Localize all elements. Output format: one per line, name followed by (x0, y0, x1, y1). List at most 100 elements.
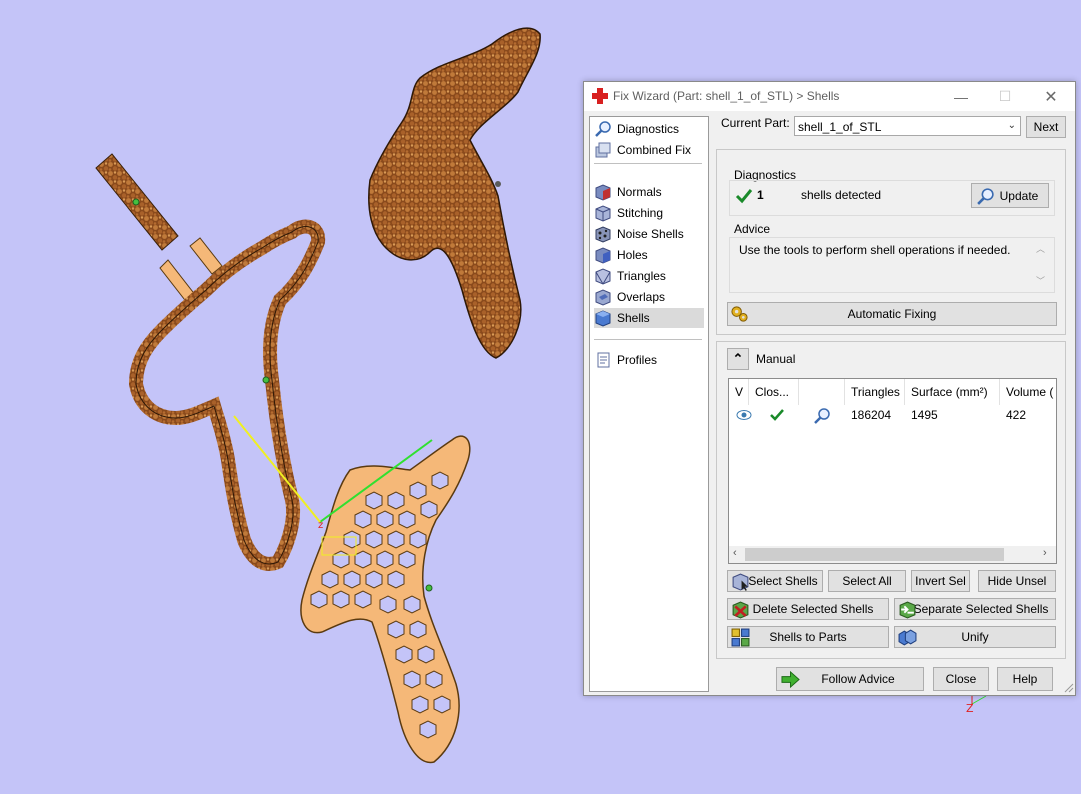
manual-heading: Manual (756, 352, 796, 366)
nav-item-shells[interactable]: Shells (594, 308, 704, 328)
automatic-fixing-button[interactable]: Automatic Fixing (727, 302, 1057, 326)
select-shells-icon (732, 573, 749, 591)
nav-item-diagnostics[interactable]: Diagnostics (594, 119, 704, 139)
checkmark-icon (770, 409, 784, 421)
separate-arrows-icon (899, 601, 916, 619)
automatic-fixing-label: Automatic Fixing (847, 307, 937, 321)
next-button[interactable]: Next (1026, 116, 1066, 138)
diagnostics-status: shells detected (801, 188, 882, 202)
column-header-surface[interactable]: Surface (mm²) (905, 379, 1000, 405)
nav-item-triangles[interactable]: Triangles (594, 266, 704, 286)
scroll-up-icon[interactable]: ︿ (1036, 242, 1045, 255)
shells-to-parts-button[interactable]: Shells to Parts (727, 626, 889, 648)
nav-item-holes[interactable]: Holes (594, 245, 704, 265)
unify-label: Unify (961, 630, 989, 644)
title-bar[interactable]: Fix Wizard (Part: shell_1_of_STL) > Shel… (584, 82, 1075, 111)
magnifier-icon[interactable] (813, 407, 831, 425)
window-title: Fix Wizard (Part: shell_1_of_STL) > Shel… (613, 89, 840, 103)
advice-heading: Advice (734, 222, 771, 236)
box-stack-icon (595, 142, 611, 158)
normals-cube-icon (595, 184, 611, 201)
close-window-button[interactable]: ✕ (1029, 82, 1073, 111)
nav-item-profiles[interactable]: Profiles (594, 350, 704, 370)
holes-cube-icon (595, 247, 611, 264)
magnifier-icon (977, 188, 994, 205)
collapse-chevron-icon[interactable]: ⌃ (727, 348, 749, 370)
minimize-button[interactable]: — (939, 82, 983, 111)
nav-item-overlaps[interactable]: Overlaps (594, 287, 704, 307)
arrow-right-icon (781, 670, 800, 689)
column-header-closed[interactable]: Clos... (749, 379, 799, 405)
magnifier-icon (595, 121, 611, 137)
current-part-label: Current Part: (721, 116, 790, 130)
bar-marker (132, 198, 140, 206)
column-header-volume[interactable]: Volume ( (1000, 379, 1056, 405)
document-icon (597, 352, 610, 368)
checkmark-icon (735, 189, 753, 204)
delete-selected-label: Delete Selected Shells (752, 602, 874, 616)
tab-right (189, 237, 223, 275)
honeycomb-marker (425, 584, 433, 592)
select-shells-button[interactable]: Select Shells (727, 570, 823, 592)
noise-shells-icon (595, 226, 611, 243)
current-part-dropdown[interactable]: shell_1_of_STL ⌄ (794, 116, 1021, 136)
update-button[interactable]: Update (971, 183, 1049, 208)
app-cross-icon (592, 88, 608, 104)
current-part-value: shell_1_of_STL (798, 120, 882, 134)
nav-label: Noise Shells (617, 227, 684, 241)
close-button[interactable]: Close (933, 667, 989, 691)
separate-selected-shells-button[interactable]: Separate Selected Shells (894, 598, 1056, 620)
nav-item-stitching[interactable]: Stitching (594, 203, 704, 223)
hide-unselected-button[interactable]: Hide Unsel (978, 570, 1056, 592)
advice-box: Use the tools to perform shell operation… (729, 237, 1055, 293)
nav-label: Triangles (617, 269, 666, 283)
cell-volume: 422 (1006, 408, 1027, 422)
nav-divider (594, 163, 702, 164)
shells-to-parts-icon (731, 628, 750, 647)
nav-label: Stitching (617, 206, 664, 220)
eye-icon[interactable] (736, 408, 752, 422)
overlaps-cube-icon (595, 289, 611, 306)
gears-icon (731, 306, 748, 322)
select-all-button[interactable]: Select All (828, 570, 906, 592)
nav-label: Holes (617, 248, 648, 262)
t-shell[interactable] (368, 27, 541, 359)
separate-selected-label: Separate Selected Shells (913, 602, 1049, 616)
help-button[interactable]: Help (997, 667, 1053, 691)
nav-label: Overlaps (617, 290, 666, 304)
unify-button[interactable]: Unify (894, 626, 1056, 648)
delete-cube-icon (732, 601, 749, 619)
update-label: Update (999, 188, 1039, 203)
frame-shell[interactable] (128, 219, 326, 571)
shells-table: V Clos... Triangles Surface (mm²) Volume… (728, 378, 1057, 564)
nav-item-combined-fix[interactable]: Combined Fix (594, 140, 704, 160)
invert-selection-button[interactable]: Invert Sel (911, 570, 970, 592)
triangles-cube-icon (595, 268, 611, 285)
scrollbar-thumb[interactable] (745, 548, 1004, 561)
nav-item-normals[interactable]: Normals (594, 182, 704, 202)
wizard-navigation: Diagnostics Combined Fix Normals Stitchi… (589, 116, 709, 692)
nav-label: Diagnostics (617, 122, 680, 136)
nav-label: Profiles (617, 353, 658, 367)
horizontal-scrollbar[interactable]: ‹ › (729, 546, 1056, 563)
maximize-button[interactable]: ☐ (983, 82, 1027, 111)
shells-to-parts-label: Shells to Parts (769, 630, 847, 644)
cell-surface: 1495 (911, 408, 938, 422)
origin-axis-label: Z (966, 702, 974, 715)
frame-marker (262, 376, 270, 384)
select-shells-label: Select Shells (748, 574, 818, 588)
scroll-left-icon[interactable]: ‹ (733, 547, 737, 559)
resize-grip-icon[interactable] (1064, 683, 1074, 693)
scroll-down-icon[interactable]: ﹀ (1036, 274, 1045, 287)
scroll-right-icon[interactable]: › (1043, 547, 1047, 559)
column-header-visible[interactable]: V (729, 379, 749, 405)
column-header-action[interactable] (799, 379, 845, 405)
nav-label: Combined Fix (617, 143, 692, 157)
follow-advice-label: Follow Advice (821, 672, 895, 686)
column-header-triangles[interactable]: Triangles (845, 379, 905, 405)
follow-advice-button[interactable]: Follow Advice (776, 667, 924, 691)
fix-wizard-dialog: Fix Wizard (Part: shell_1_of_STL) > Shel… (583, 81, 1076, 696)
nav-label: Normals (617, 185, 662, 199)
nav-item-noise-shells[interactable]: Noise Shells (594, 224, 704, 244)
delete-selected-shells-button[interactable]: Delete Selected Shells (727, 598, 889, 620)
